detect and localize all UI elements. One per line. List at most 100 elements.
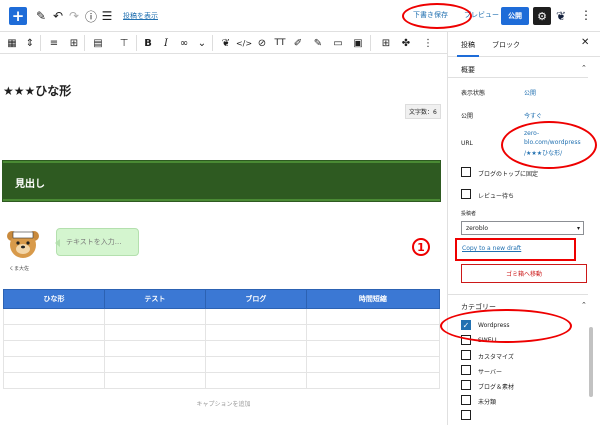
chevron-up-icon[interactable]: ⌃ [581, 64, 587, 72]
editor-app: + ✎ ↶ ↷ ⓘ ☰ 投稿を表示 下書き保存 プレビュー 公開 ⚙ ❦ ⋮ ▦… [0, 0, 600, 425]
more-options-icon[interactable]: ⋮ [580, 8, 592, 22]
table-cell[interactable] [305, 372, 441, 389]
table-cell[interactable] [204, 340, 307, 357]
table-cell[interactable] [3, 308, 105, 325]
settings-gear-icon[interactable]: ⚙ [533, 7, 551, 25]
table-cell[interactable] [103, 308, 206, 325]
table-cell[interactable] [103, 356, 206, 373]
table-cell[interactable] [204, 372, 307, 389]
category-checkbox-server[interactable] [461, 365, 471, 375]
bold-icon[interactable]: B [140, 35, 156, 51]
close-icon[interactable]: ✕ [581, 37, 589, 48]
url-value-line2[interactable]: blo.com/wordpress [524, 139, 581, 146]
table-row [3, 324, 441, 341]
pending-review-checkbox[interactable] [461, 189, 471, 199]
category-checkbox-uncategorized[interactable] [461, 395, 471, 405]
chevron-up-icon[interactable]: ⌃ [581, 301, 587, 309]
edit-pen-icon[interactable]: ✎ [33, 8, 49, 24]
visibility-label: 表示状態 [461, 90, 486, 97]
table-cell[interactable] [204, 324, 307, 341]
move-to-trash-button[interactable]: ゴミ箱へ移動 [461, 264, 587, 283]
grid-icon[interactable]: ⊞ [378, 35, 394, 51]
font-size-icon[interactable]: ꓔT [272, 35, 288, 51]
save-draft-button[interactable]: 下書き保存 [413, 10, 448, 20]
table-cell[interactable] [3, 372, 105, 389]
table-header-cell[interactable]: 時間短縮 [305, 289, 441, 309]
table-cell[interactable] [3, 340, 105, 357]
category-checkbox-swell[interactable] [461, 335, 471, 345]
add-block-button[interactable]: + [9, 7, 27, 25]
table-cell[interactable] [204, 356, 307, 373]
undo-icon[interactable]: ↶ [50, 8, 66, 24]
table-cell[interactable] [305, 324, 441, 341]
swell-leaf-icon[interactable]: ❦ [218, 35, 234, 51]
url-value-line1[interactable]: zero- [524, 130, 539, 137]
sidebar-tabs: 投稿 ブロック ✕ [448, 32, 600, 57]
categories-panel-title[interactable]: カテゴリー [461, 302, 496, 312]
table-header-cell[interactable]: テスト [103, 289, 206, 309]
copy-to-new-draft-link[interactable]: Copy to a new draft [462, 245, 521, 252]
sticky-checkbox[interactable] [461, 167, 471, 177]
image-icon[interactable]: ▣ [350, 35, 366, 51]
table-caption[interactable]: キャプションを追加 [0, 399, 447, 408]
category-label: Wordpress [478, 322, 510, 329]
paint-roller-icon[interactable]: ⊤ [116, 35, 132, 51]
publish-date-value[interactable]: 今すぐ [524, 111, 542, 120]
heading-block[interactable]: 見出し [2, 160, 441, 202]
align-icon[interactable]: ≡ [46, 35, 62, 51]
post-title[interactable]: ★★★ひな形 [3, 82, 71, 99]
table-style-icon[interactable]: ▤ [90, 35, 106, 51]
highlight-icon[interactable]: ✐ [290, 35, 306, 51]
table-block-icon[interactable]: ▦ [4, 35, 20, 51]
sidebar-scrollbar[interactable] [589, 327, 593, 397]
italic-icon[interactable]: I [158, 35, 174, 51]
author-select[interactable]: zeroblo ▾ [461, 221, 584, 235]
chevron-down-icon[interactable]: ⌄ [194, 35, 210, 51]
table-cell[interactable] [103, 324, 206, 341]
table-row [3, 340, 441, 357]
table-cell[interactable] [103, 340, 206, 357]
avatar-name: くま大佐 [9, 266, 30, 272]
heading-text[interactable]: 見出し [15, 175, 45, 190]
table-header-cell[interactable]: ブログ [204, 289, 307, 309]
category-checkbox-customize[interactable] [461, 350, 471, 360]
code-icon[interactable]: </> [236, 35, 252, 51]
category-label: 未分類 [478, 399, 497, 406]
table-cell[interactable] [305, 356, 441, 373]
preview-button[interactable]: プレビュー [464, 10, 499, 20]
clear-format-icon[interactable]: ⊘ [254, 35, 270, 51]
data-table[interactable]: ひな形 テスト ブログ 時間短縮 [3, 289, 441, 389]
table-edit-icon[interactable]: ⊞ [66, 35, 82, 51]
url-value-line3[interactable]: /★★★ひな形/ [524, 148, 562, 157]
table-header-cell[interactable]: ひな形 [3, 289, 105, 309]
table-cell[interactable] [305, 340, 441, 357]
category-checkbox-blog[interactable] [461, 380, 471, 390]
table-cell[interactable] [204, 308, 307, 325]
more-icon[interactable]: ⋮ [420, 35, 436, 51]
summary-panel-title[interactable]: 概要 [461, 65, 475, 75]
category-checkbox-wordpress[interactable]: ✓ [461, 320, 471, 330]
table-cell[interactable] [3, 356, 105, 373]
swell-logo-icon[interactable]: ❦ [556, 9, 566, 23]
sticky-label: ブログのトップに固定 [478, 171, 539, 178]
visibility-value[interactable]: 公開 [524, 88, 536, 97]
paw-icon[interactable]: ✤ [398, 35, 414, 51]
table-cell[interactable] [3, 324, 105, 341]
annotation-number-badge: 1 [412, 238, 430, 256]
view-post-link[interactable]: 投稿を表示 [123, 11, 158, 21]
tab-block[interactable]: ブロック [492, 40, 520, 50]
tab-post[interactable]: 投稿 [457, 40, 479, 57]
editor-canvas: ★★★ひな形 文字数：6 見出し くま大佐 テキストを入力... ひな形 テスト… [0, 54, 447, 425]
category-checkbox[interactable] [461, 410, 471, 420]
marker-icon[interactable]: ✎ [310, 35, 326, 51]
table-cell[interactable] [305, 308, 441, 325]
speech-bubble[interactable]: テキストを入力... [55, 228, 139, 256]
table-cell[interactable] [103, 372, 206, 389]
move-updown-icon[interactable]: ⇕ [22, 35, 38, 51]
box-icon[interactable]: ▭ [330, 35, 346, 51]
list-view-icon[interactable]: ☰ [99, 8, 115, 24]
redo-icon[interactable]: ↷ [66, 8, 82, 24]
info-icon[interactable]: ⓘ [83, 8, 99, 24]
link-icon[interactable]: ∞ [176, 35, 192, 51]
publish-button[interactable]: 公開 [501, 7, 529, 25]
